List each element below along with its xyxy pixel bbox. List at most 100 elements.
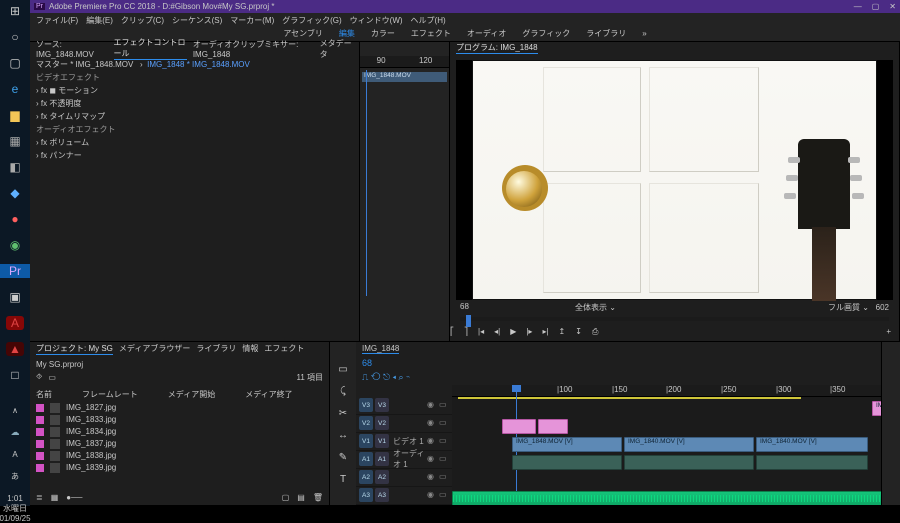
goto-in-icon[interactable]: |◂ [478, 327, 484, 337]
app-icon[interactable]: ▲ [6, 342, 24, 356]
menu-item[interactable]: ヘルプ(H) [411, 15, 446, 26]
effect-mini-timeline[interactable]: 90120 IMG_1848.MOV [360, 42, 450, 341]
tray-icon[interactable]: ∧ [6, 406, 24, 415]
clip[interactable] [624, 455, 754, 470]
workspace-tab[interactable]: オーディオ [467, 28, 506, 39]
app-icon[interactable]: ◉ [6, 238, 24, 252]
workspace-tab[interactable]: グラフィック [522, 28, 570, 39]
clip[interactable]: IMG_1840.MOV [V] [624, 437, 754, 452]
extract-icon[interactable]: ↧ [575, 327, 582, 337]
timeline-tracks[interactable]: |100|150|200|250|300|350|400|600 IMG_184… [452, 385, 881, 505]
bin-icon[interactable]: ▭ [48, 373, 56, 382]
menu-item[interactable]: シーケンス(S) [172, 15, 222, 26]
play-icon[interactable]: ▶ [510, 327, 516, 337]
timecode[interactable]: 68 [356, 356, 881, 370]
menu-item[interactable]: 編集(E) [86, 15, 113, 26]
minimize-button[interactable]: — [854, 2, 862, 11]
cortana-icon[interactable]: ○ [6, 30, 24, 44]
track-header[interactable]: V3V3◉▭ [356, 397, 452, 415]
clock[interactable]: 1:01 水曜日 01/09/25 [0, 494, 31, 523]
clip[interactable]: IMG_1842.jpg [872, 401, 881, 416]
clip[interactable]: IMG_1840.MOV [V] [756, 437, 868, 452]
workspace-tab[interactable]: アセンブリ [283, 28, 323, 39]
fx-panner[interactable]: fx パンナー [36, 149, 353, 162]
track-header[interactable]: V2V2◉▭ [356, 415, 452, 433]
list-item[interactable]: IMG_1827.jpg [30, 402, 329, 414]
fx-timeremap[interactable]: fx タイムリマップ [36, 110, 353, 123]
fx-opacity[interactable]: fx 不透明度 [36, 97, 353, 110]
playhead[interactable] [366, 70, 367, 296]
explorer-icon[interactable]: ▆ [6, 108, 24, 122]
clip[interactable] [512, 455, 622, 470]
mark-out-icon[interactable]: ⎤ [464, 327, 468, 337]
app-icon[interactable]: ◧ [6, 160, 24, 174]
list-item[interactable]: IMG_1837.jpg [30, 438, 329, 450]
goto-out-icon[interactable]: ▸| [542, 327, 548, 337]
filter-icon[interactable]: ⯑ [36, 372, 42, 382]
fit-select[interactable]: 全体表示 ⌄ [575, 302, 616, 313]
iconview-icon[interactable]: ▦ [51, 493, 59, 502]
workspace-tab[interactable]: エフェクト [411, 28, 451, 39]
track-header[interactable]: A1A1オーディオ 1◉▭ [356, 451, 452, 469]
step-back-icon[interactable]: ◂| [494, 327, 500, 337]
tab-program[interactable]: プログラム: IMG_1848 [456, 42, 538, 54]
work-area[interactable] [458, 397, 801, 399]
app-icon[interactable]: ● [6, 212, 24, 226]
list-item[interactable]: IMG_1839.jpg [30, 462, 329, 474]
titlebar[interactable]: Pr Adobe Premiere Pro CC 2018 - D:#Gibso… [30, 0, 900, 13]
list-item[interactable]: IMG_1834.jpg [30, 426, 329, 438]
new-bin-icon[interactable]: ▢ [282, 493, 290, 502]
tab-library[interactable]: ライブラリ [196, 343, 236, 354]
mark-in-icon[interactable]: ⎡ [450, 327, 454, 337]
razor-tool-icon[interactable]: ✂ [335, 406, 351, 422]
menu-item[interactable]: マーカー(M) [230, 15, 274, 26]
step-fwd-icon[interactable]: |▸ [526, 327, 532, 337]
listview-icon[interactable]: ≣ [36, 493, 43, 502]
menubar[interactable]: ファイル(F) 編集(E) クリップ(C) シーケンス(S) マーカー(M) グ… [30, 13, 900, 26]
new-item-icon[interactable]: ▤ [297, 493, 305, 502]
start-icon[interactable]: ⊞ [6, 4, 24, 18]
effect-controls[interactable]: マスター * IMG_1848.MOV › IMG_1848 * IMG_184… [30, 56, 359, 164]
app-icon[interactable]: A [6, 316, 24, 330]
clip[interactable] [502, 419, 536, 434]
track-header[interactable]: A3A3◉▭ [356, 487, 452, 505]
clip[interactable]: IMG_1848.MOV [V] [512, 437, 622, 452]
menu-item[interactable]: ウィンドウ(W) [350, 15, 403, 26]
selection-tool-icon[interactable]: ▭ [335, 362, 351, 378]
settings-icon[interactable]: + [886, 327, 891, 337]
app-icon[interactable]: □ [6, 368, 24, 382]
timeline-options[interactable]: ⎍ ⟲ ⎋ ◂ ⌕ ⌁ [356, 370, 881, 385]
clip[interactable] [538, 419, 568, 434]
pen-tool-icon[interactable]: ✎ [335, 450, 351, 466]
menu-item[interactable]: クリップ(C) [121, 15, 164, 26]
mini-clip[interactable]: IMG_1848.MOV [362, 72, 447, 82]
track-header[interactable]: A2A2◉▭ [356, 469, 452, 487]
lift-icon[interactable]: ↥ [559, 327, 566, 337]
weather-icon[interactable]: ☁ [6, 427, 24, 438]
tab-project[interactable]: プロジェクト: My SG [36, 343, 113, 355]
close-button[interactable]: ✕ [889, 2, 896, 11]
track-headers[interactable]: V3V3◉▭V2V2◉▭V1V1ビデオ 1◉▭A1A1オーディオ 1◉▭A2A2… [356, 385, 452, 505]
ime-icon[interactable]: A [6, 450, 24, 459]
tab-sequence[interactable]: IMG_1848 [362, 344, 399, 354]
windows-taskbar[interactable]: ⊞ ○ ▢ e ▆ ▦ ◧ ◆ ● ◉ Pr ▣ A ▲ □ ∧ ☁ A あ 1… [0, 0, 30, 506]
fx-motion[interactable]: fx ◼ モーション [36, 84, 353, 97]
overflow-icon[interactable]: » [642, 29, 646, 38]
app-icon[interactable]: ◆ [6, 186, 24, 200]
premiere-icon[interactable]: Pr [0, 264, 30, 278]
tab-mediabrowser[interactable]: メディアブラウザー [119, 343, 190, 354]
app-icon[interactable]: ▦ [6, 134, 24, 148]
list-item[interactable]: IMG_1838.jpg [30, 450, 329, 462]
taskview-icon[interactable]: ▢ [6, 56, 24, 70]
workspace-tab[interactable]: カラー [371, 28, 395, 39]
menu-item[interactable]: ファイル(F) [36, 15, 78, 26]
ime-icon[interactable]: あ [6, 471, 24, 482]
clip[interactable] [756, 455, 868, 470]
tab-effects[interactable]: エフェクト [264, 343, 304, 354]
trash-icon[interactable]: 🗑 [313, 493, 323, 502]
program-monitor[interactable] [456, 60, 893, 300]
maximize-button[interactable]: ▢ [872, 2, 880, 11]
project-bin[interactable]: 名前フレームレートメディア開始メディア終了 IMG_1827.jpgIMG_18… [30, 387, 329, 490]
tab-info[interactable]: 情報 [242, 343, 258, 354]
music-clip[interactable] [452, 491, 881, 505]
